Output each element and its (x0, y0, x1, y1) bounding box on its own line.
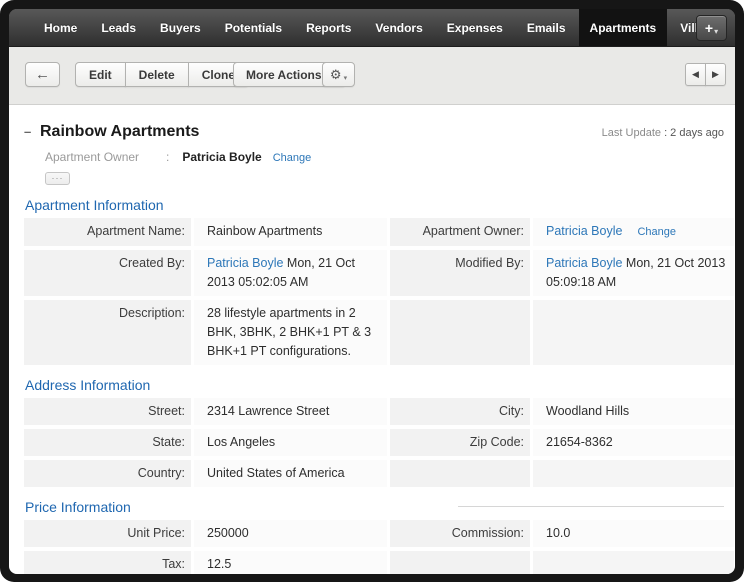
field-label-street: Street: (24, 398, 191, 425)
field-label-zip-code: Zip Code: (390, 429, 530, 456)
section-heading-price-information: Price Information (25, 499, 726, 515)
field-label-unit-price: Unit Price: (24, 520, 191, 547)
field-text: Los Angeles (207, 435, 275, 449)
section-heading-apartment-information: Apartment Information (25, 197, 726, 213)
field-label-apartment-owner: Apartment Owner: (390, 218, 530, 246)
field-value-apartment-owner: Patricia Boyle Change (533, 218, 734, 246)
field-label-city: City: (390, 398, 530, 425)
record-toolbar: ← Edit Delete Clone More Actions ▾ ⚙ ▾ ◀ (9, 47, 735, 105)
last-update-label: Last Update (602, 127, 661, 139)
field-label-tax: Tax: (24, 551, 191, 574)
field-text: United States of America (207, 466, 345, 480)
field-value-state: Los Angeles (194, 429, 387, 456)
field-value-unit-price: 250000 (194, 520, 387, 547)
owner-label: Apartment Owner (45, 150, 166, 164)
action-button-group: Edit Delete Clone (75, 62, 249, 87)
field-label-state: State: (24, 429, 191, 456)
field-label-modified-by: Modified By: (390, 250, 530, 296)
field-value-street: 2314 Lawrence Street (194, 398, 387, 425)
owner-colon: : (166, 150, 169, 164)
prev-arrow-icon: ◀ (692, 69, 699, 80)
nav-tab-reports[interactable]: Reports (295, 9, 362, 46)
nav-tab-emails[interactable]: Emails (516, 9, 577, 46)
description-text: 28 lifestyle apartments in 2 BHK, 3BHK, … (207, 306, 371, 358)
created-by-link[interactable]: Patricia Boyle (207, 256, 283, 270)
chevron-down-icon: ▾ (344, 74, 348, 82)
modified-by-link[interactable]: Patricia Boyle (546, 256, 622, 270)
field-label-country: Country: (24, 460, 191, 487)
field-label-empty (390, 300, 530, 365)
apartment-information-table: Apartment Name: Rainbow Apartments Apart… (24, 218, 726, 365)
field-label-empty (390, 460, 530, 487)
field-label-created-by: Created By: (24, 250, 191, 296)
price-heading-text: Price Information (25, 499, 131, 515)
chevron-down-icon: ▾ (714, 27, 718, 36)
ellipsis-button[interactable]: ··· (45, 172, 70, 185)
field-value-empty (533, 300, 734, 365)
field-value-modified-by: Patricia Boyle Mon, 21 Oct 2013 05:09:18… (533, 250, 734, 296)
field-text: 21654-8362 (546, 435, 613, 449)
field-text: 10.0 (546, 526, 570, 540)
next-record-button[interactable]: ▶ (705, 63, 726, 86)
field-value-tax: 12.5 (194, 551, 387, 574)
field-value-country: United States of America (194, 460, 387, 487)
field-text: Rainbow Apartments (207, 224, 322, 238)
record-header: – Rainbow Apartments Last Update : 2 day… (24, 123, 726, 141)
heading-divider-line (458, 506, 724, 507)
price-information-table: Unit Price: 250000 Commission: 10.0 Tax:… (24, 520, 726, 574)
page-title: Rainbow Apartments (40, 123, 199, 141)
field-value-empty (533, 460, 734, 487)
field-label-apartment-name: Apartment Name: (24, 218, 191, 246)
record-pager: ◀ ▶ (686, 63, 726, 86)
field-text: 250000 (207, 526, 249, 540)
previous-record-button[interactable]: ◀ (685, 63, 706, 86)
owner-link[interactable]: Patricia Boyle (546, 224, 622, 238)
change-owner-link[interactable]: Change (273, 152, 312, 164)
field-value-created-by: Patricia Boyle Mon, 21 Oct 2013 05:02:05… (194, 250, 387, 296)
gear-icon: ⚙ (330, 67, 342, 83)
nav-tab-potentials[interactable]: Potentials (214, 9, 293, 46)
nav-tab-vendors[interactable]: Vendors (364, 9, 433, 46)
field-value-city: Woodland Hills (533, 398, 734, 425)
field-value-apartment-name: Rainbow Apartments (194, 218, 387, 246)
app-window: Home Leads Buyers Potentials Reports Ven… (9, 9, 735, 574)
field-value-commission: 10.0 (533, 520, 734, 547)
field-value-empty (533, 551, 734, 574)
more-actions-label: More Actions (246, 68, 322, 82)
add-tab-button[interactable]: + ▾ (696, 15, 727, 41)
nav-tab-leads[interactable]: Leads (90, 9, 147, 46)
field-value-zip-code: 21654-8362 (533, 429, 734, 456)
back-button[interactable]: ← (25, 62, 60, 87)
delete-button[interactable]: Delete (125, 62, 189, 87)
owner-row: Apartment Owner : Patricia Boyle Change (45, 150, 726, 164)
collapse-icon[interactable]: – (24, 124, 40, 139)
top-navigation: Home Leads Buyers Potentials Reports Ven… (9, 9, 735, 47)
change-owner-link[interactable]: Change (637, 226, 676, 238)
address-information-table: Street: 2314 Lawrence Street City: Woodl… (24, 398, 726, 487)
field-text: 2314 Lawrence Street (207, 404, 329, 418)
nav-tab-expenses[interactable]: Expenses (436, 9, 514, 46)
nav-tab-apartments-active[interactable]: Apartments (579, 9, 668, 46)
edit-button[interactable]: Edit (75, 62, 126, 87)
settings-button[interactable]: ⚙ ▾ (322, 62, 355, 87)
last-update: Last Update : 2 days ago (602, 127, 726, 139)
nav-tab-buyers[interactable]: Buyers (149, 9, 212, 46)
nav-tab-home[interactable]: Home (33, 9, 88, 46)
last-update-value: : 2 days ago (664, 127, 724, 139)
record-detail: – Rainbow Apartments Last Update : 2 day… (9, 105, 735, 574)
back-arrow-icon: ← (35, 66, 50, 83)
field-text: Woodland Hills (546, 404, 629, 418)
field-label-commission: Commission: (390, 520, 530, 547)
plus-icon: + (705, 20, 713, 36)
section-heading-address-information: Address Information (25, 377, 726, 393)
field-label-description: Description: (24, 300, 191, 365)
owner-name: Patricia Boyle (182, 150, 261, 164)
window-frame: Home Leads Buyers Potentials Reports Ven… (0, 0, 744, 582)
field-label-empty (390, 551, 530, 574)
field-value-description: 28 lifestyle apartments in 2 BHK, 3BHK, … (194, 300, 387, 365)
next-arrow-icon: ▶ (712, 69, 719, 80)
field-text: 12.5 (207, 557, 231, 571)
